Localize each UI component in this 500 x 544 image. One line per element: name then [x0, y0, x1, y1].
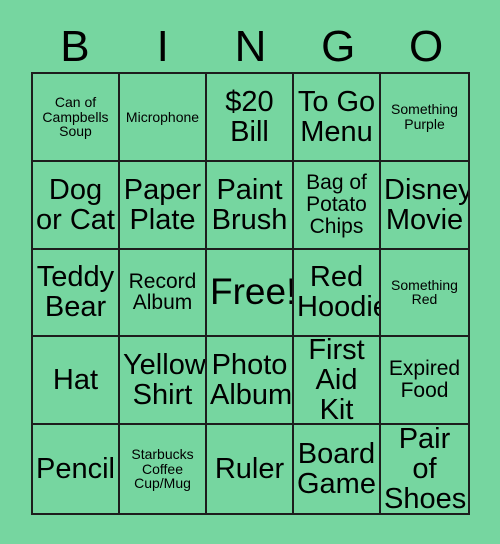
bingo-header-letter-b: B [60, 22, 90, 71]
bingo-cell[interactable]: Paper Plate [120, 161, 207, 250]
bingo-cell-label: Pair of Shoes [384, 425, 467, 513]
bingo-cell[interactable]: Microphone [120, 74, 207, 162]
bingo-cell-label: Microphone [125, 108, 200, 125]
bingo-cell-label: To Go Menu [297, 85, 376, 148]
bingo-cell-label: Can of Campbells Soup [42, 94, 109, 140]
bingo-cell-label: Red Hoodie [297, 261, 381, 324]
bingo-cell-label: Something Purple [391, 101, 458, 132]
bingo-cell[interactable]: Something Red [381, 250, 468, 338]
bingo-cell[interactable]: Something Purple [381, 74, 468, 162]
bingo-cell[interactable]: Bag of Potato Chips [294, 161, 381, 250]
bingo-cell-label: Bag of Potato Chips [306, 170, 367, 238]
bingo-cell-label: Disney Movie [384, 173, 468, 236]
bingo-cell-label: Something Red [391, 276, 458, 308]
bingo-cell[interactable]: Pencil [33, 425, 120, 513]
bingo-cell[interactable]: Pair of Shoes [381, 425, 468, 513]
bingo-cell-label: Yellow Shirt [123, 349, 206, 412]
bingo-cell-label: First Aid Kit [308, 337, 365, 426]
bingo-cell[interactable]: Starbucks Coffee Cup/Mug [120, 425, 207, 513]
bingo-cell-label: Starbucks Coffee Cup/Mug [131, 446, 194, 492]
bingo-cell-label: Photo Album [210, 349, 293, 412]
bingo-cell-label: Paper Plate [123, 173, 202, 236]
bingo-cell[interactable]: Photo Album [207, 337, 294, 426]
bingo-card: B I N G O Can of Campbells Soup Microphone $20… [0, 0, 500, 544]
bingo-cell-label: Board Game [297, 437, 376, 501]
bingo-cell-label: Paint Brush [211, 173, 288, 236]
bingo-cell-label: Dog or Cat [36, 173, 115, 236]
bingo-cell-label: Pencil [36, 453, 115, 486]
bingo-cell[interactable]: Yellow Shirt [120, 337, 207, 426]
bingo-cell[interactable]: $20 Bill [207, 74, 294, 162]
bingo-cell[interactable]: Hat [33, 337, 120, 426]
bingo-cell[interactable]: Expired Food [381, 337, 468, 426]
bingo-cell-label: Expired Food [388, 357, 461, 403]
bingo-cell[interactable]: To Go Menu [294, 74, 381, 162]
bingo-cell[interactable]: Can of Campbells Soup [33, 74, 120, 162]
bingo-cell[interactable]: Red Hoodie [294, 249, 381, 338]
bingo-header: BINGO [31, 14, 470, 70]
bingo-cell[interactable]: Paint Brush [207, 161, 294, 250]
bingo-cell[interactable]: Ruler [207, 425, 294, 513]
bingo-cell-label: Record Album [128, 269, 197, 315]
bingo-cell-label: Hat [52, 364, 99, 397]
bingo-header-letter-n: N [234, 22, 267, 71]
bingo-cell-free[interactable]: Free! [207, 249, 294, 338]
bingo-header-letter-g: G [321, 22, 356, 71]
bingo-grid: Can of Campbells Soup Microphone $20 Bill T… [31, 72, 470, 515]
bingo-cell-label: Teddy Bear [36, 261, 115, 324]
bingo-cell[interactable]: Dog or Cat [33, 161, 120, 250]
bingo-cell[interactable]: First Aid Kit [294, 337, 381, 426]
bingo-cell[interactable]: Disney Movie [381, 162, 468, 250]
bingo-cell[interactable]: Record Album [120, 249, 207, 338]
bingo-cell[interactable]: Teddy Bear [33, 249, 120, 338]
bingo-cell-label: Free! [210, 271, 294, 313]
bingo-cell-label: Ruler [214, 453, 285, 486]
bingo-cell[interactable]: Board Game [294, 425, 381, 513]
bingo-header-letter-o: O [408, 22, 444, 71]
bingo-cell-label: $20 Bill [225, 85, 274, 148]
bingo-header-letter-i: I [156, 22, 169, 71]
